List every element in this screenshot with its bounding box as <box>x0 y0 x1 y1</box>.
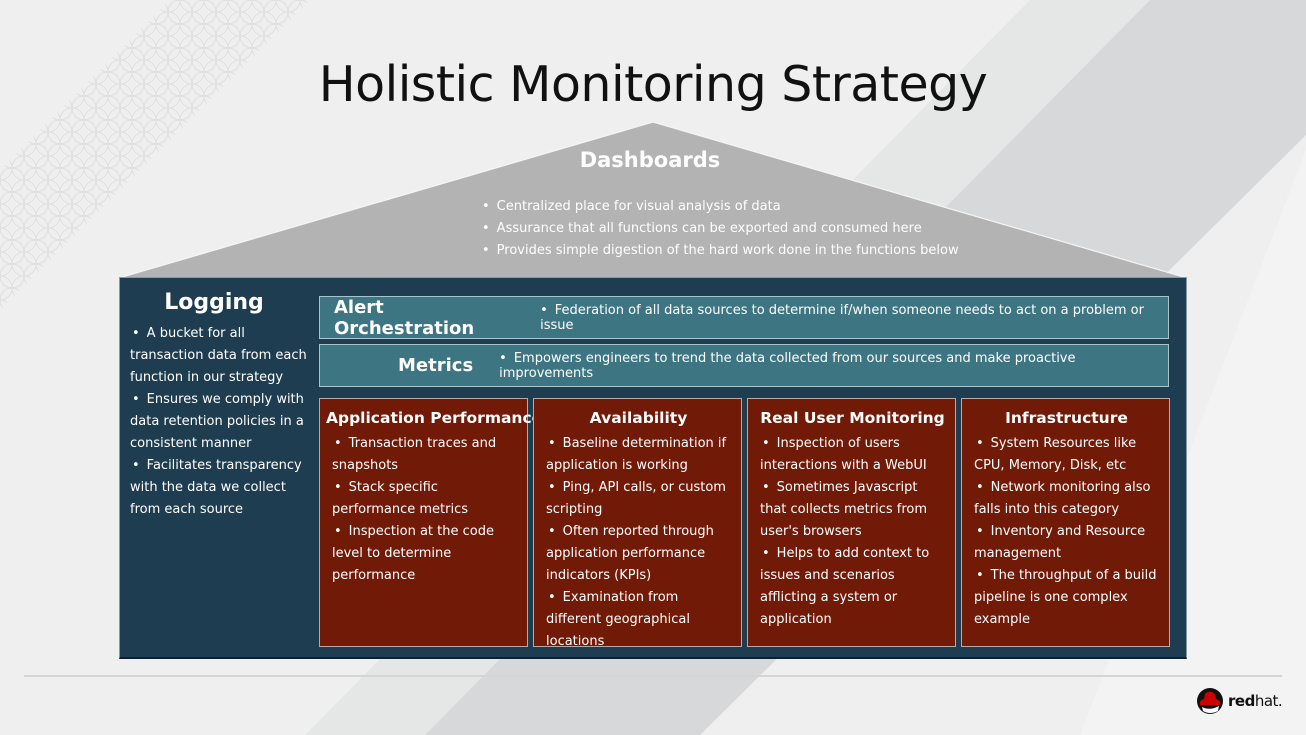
pillar-item: Sometimes Javascript that collects metri… <box>760 477 947 543</box>
metrics-heading: Metrics <box>398 355 474 376</box>
alert-heading: Alert Orchestration <box>334 296 475 339</box>
pillar-item: Examination from different geographical … <box>546 587 733 653</box>
dashboards-heading: Dashboards <box>579 148 721 172</box>
metrics-band: Metrics Empowers engineers to trend the … <box>319 344 1169 387</box>
dashboards-item: Assurance that all functions can be expo… <box>482 218 959 240</box>
pillar-application-performance: Application Performance Transaction trac… <box>319 398 543 647</box>
pillar-item: Inspection of users interactions with a … <box>760 433 947 477</box>
pillar-item: Inspection at the code level to determin… <box>332 521 519 587</box>
pillar-heading: Infrastructure <box>1005 409 1128 427</box>
logging-item: Ensures we comply with data retention po… <box>130 389 314 455</box>
dashboards-item: Centralized place for visual analysis of… <box>482 196 959 218</box>
wordmark-bold: red <box>1228 692 1255 710</box>
pillar-real-user-monitoring: Real User Monitoring Inspection of users… <box>747 398 956 647</box>
pillar-item: Ping, API calls, or custom scripting <box>546 477 733 521</box>
pillar-item: Helps to add context to issues and scena… <box>760 543 947 631</box>
dashboards-list: Centralized place for visual analysis of… <box>482 196 959 262</box>
logging-item: Facilitates transparency with the data w… <box>130 455 314 521</box>
pillar-item: Baseline determination if application is… <box>546 433 733 477</box>
pillar-item: Transaction traces and snapshots <box>332 433 519 477</box>
pillar-item: The throughput of a build pipeline is on… <box>974 565 1161 631</box>
pillar-heading: Availability <box>589 409 688 427</box>
redhat-logo: redhat. <box>1196 687 1286 715</box>
logging-heading: Logging <box>164 290 264 315</box>
pillar-item: Inventory and Resource management <box>974 521 1161 565</box>
footer-divider <box>24 675 1282 677</box>
pillar-infrastructure: Infrastructure System Resources like CPU… <box>961 398 1170 647</box>
pillar-item: Stack specific performance metrics <box>332 477 519 521</box>
dashboards-item: Provides simple digestion of the hard wo… <box>482 240 959 262</box>
wordmark-light: hat. <box>1254 692 1283 710</box>
redhat-shadowman-icon <box>1197 688 1223 714</box>
redhat-wordmark: redhat. <box>1228 692 1283 710</box>
pillar-item: Network monitoring also falls into this … <box>974 477 1161 521</box>
pillar-availability: Availability Baseline determination if a… <box>533 398 742 649</box>
pillar-heading: Real User Monitoring <box>760 409 945 427</box>
logging-column: Logging A bucket for all transaction dat… <box>128 290 314 521</box>
logging-item: A bucket for all transaction data from e… <box>130 323 314 389</box>
alert-orchestration-band: Alert Orchestration Federation of all da… <box>319 296 1169 339</box>
pillar-item: System Resources like CPU, Memory, Disk,… <box>974 433 1161 477</box>
metrics-text: Empowers engineers to trend the data col… <box>499 351 1168 381</box>
alert-text: Federation of all data sources to determ… <box>540 303 1168 333</box>
pillar-heading: Application Performance <box>326 409 543 427</box>
pillar-item: Often reported through application perfo… <box>546 521 733 587</box>
